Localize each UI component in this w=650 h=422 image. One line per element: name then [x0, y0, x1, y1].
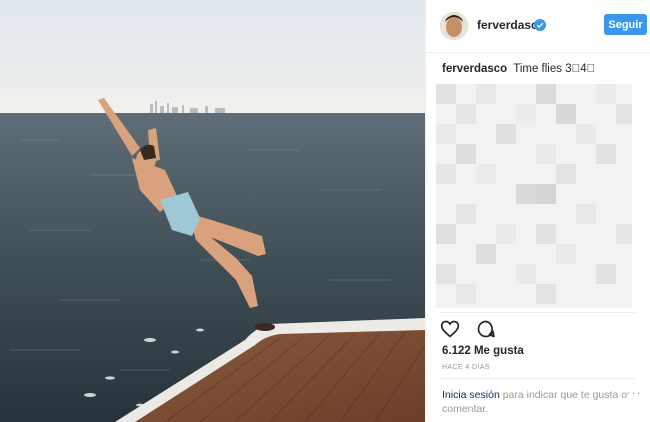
- login-link[interactable]: Inicia sesión: [442, 389, 500, 401]
- post-timestamp: HACE 4 DÍAS: [442, 364, 490, 371]
- caption-text: Time flies: [513, 63, 562, 75]
- more-options-icon[interactable]: ···: [626, 385, 642, 400]
- verified-badge-icon: [534, 18, 546, 31]
- post-header: ferverdasco Seguir: [426, 0, 650, 53]
- follow-button[interactable]: Seguir: [604, 14, 647, 35]
- post-sidebar: ferverdasco Seguir ferverdasco Time flie…: [426, 0, 650, 422]
- like-count[interactable]: 6.122 Me gusta: [442, 345, 524, 357]
- pixelated-comments: [436, 84, 632, 308]
- caption-username[interactable]: ferverdasco: [442, 63, 507, 75]
- caption: ferverdasco Time flies 3⃣4⃣: [442, 63, 595, 75]
- comment-icon[interactable]: [476, 319, 496, 344]
- login-prompt: Inicia sesión para indicar que te gusta …: [442, 388, 642, 416]
- post-actions: [440, 319, 508, 341]
- divider-line: [440, 378, 636, 379]
- caption-emoji: 3⃣4⃣: [565, 63, 596, 75]
- divider-line: [440, 312, 636, 313]
- avatar[interactable]: [440, 12, 468, 40]
- post-photo[interactable]: [0, 0, 425, 422]
- heart-icon[interactable]: [440, 319, 460, 344]
- diving-photo: [0, 0, 425, 422]
- instagram-post: ferverdasco Seguir ferverdasco Time flie…: [0, 0, 650, 422]
